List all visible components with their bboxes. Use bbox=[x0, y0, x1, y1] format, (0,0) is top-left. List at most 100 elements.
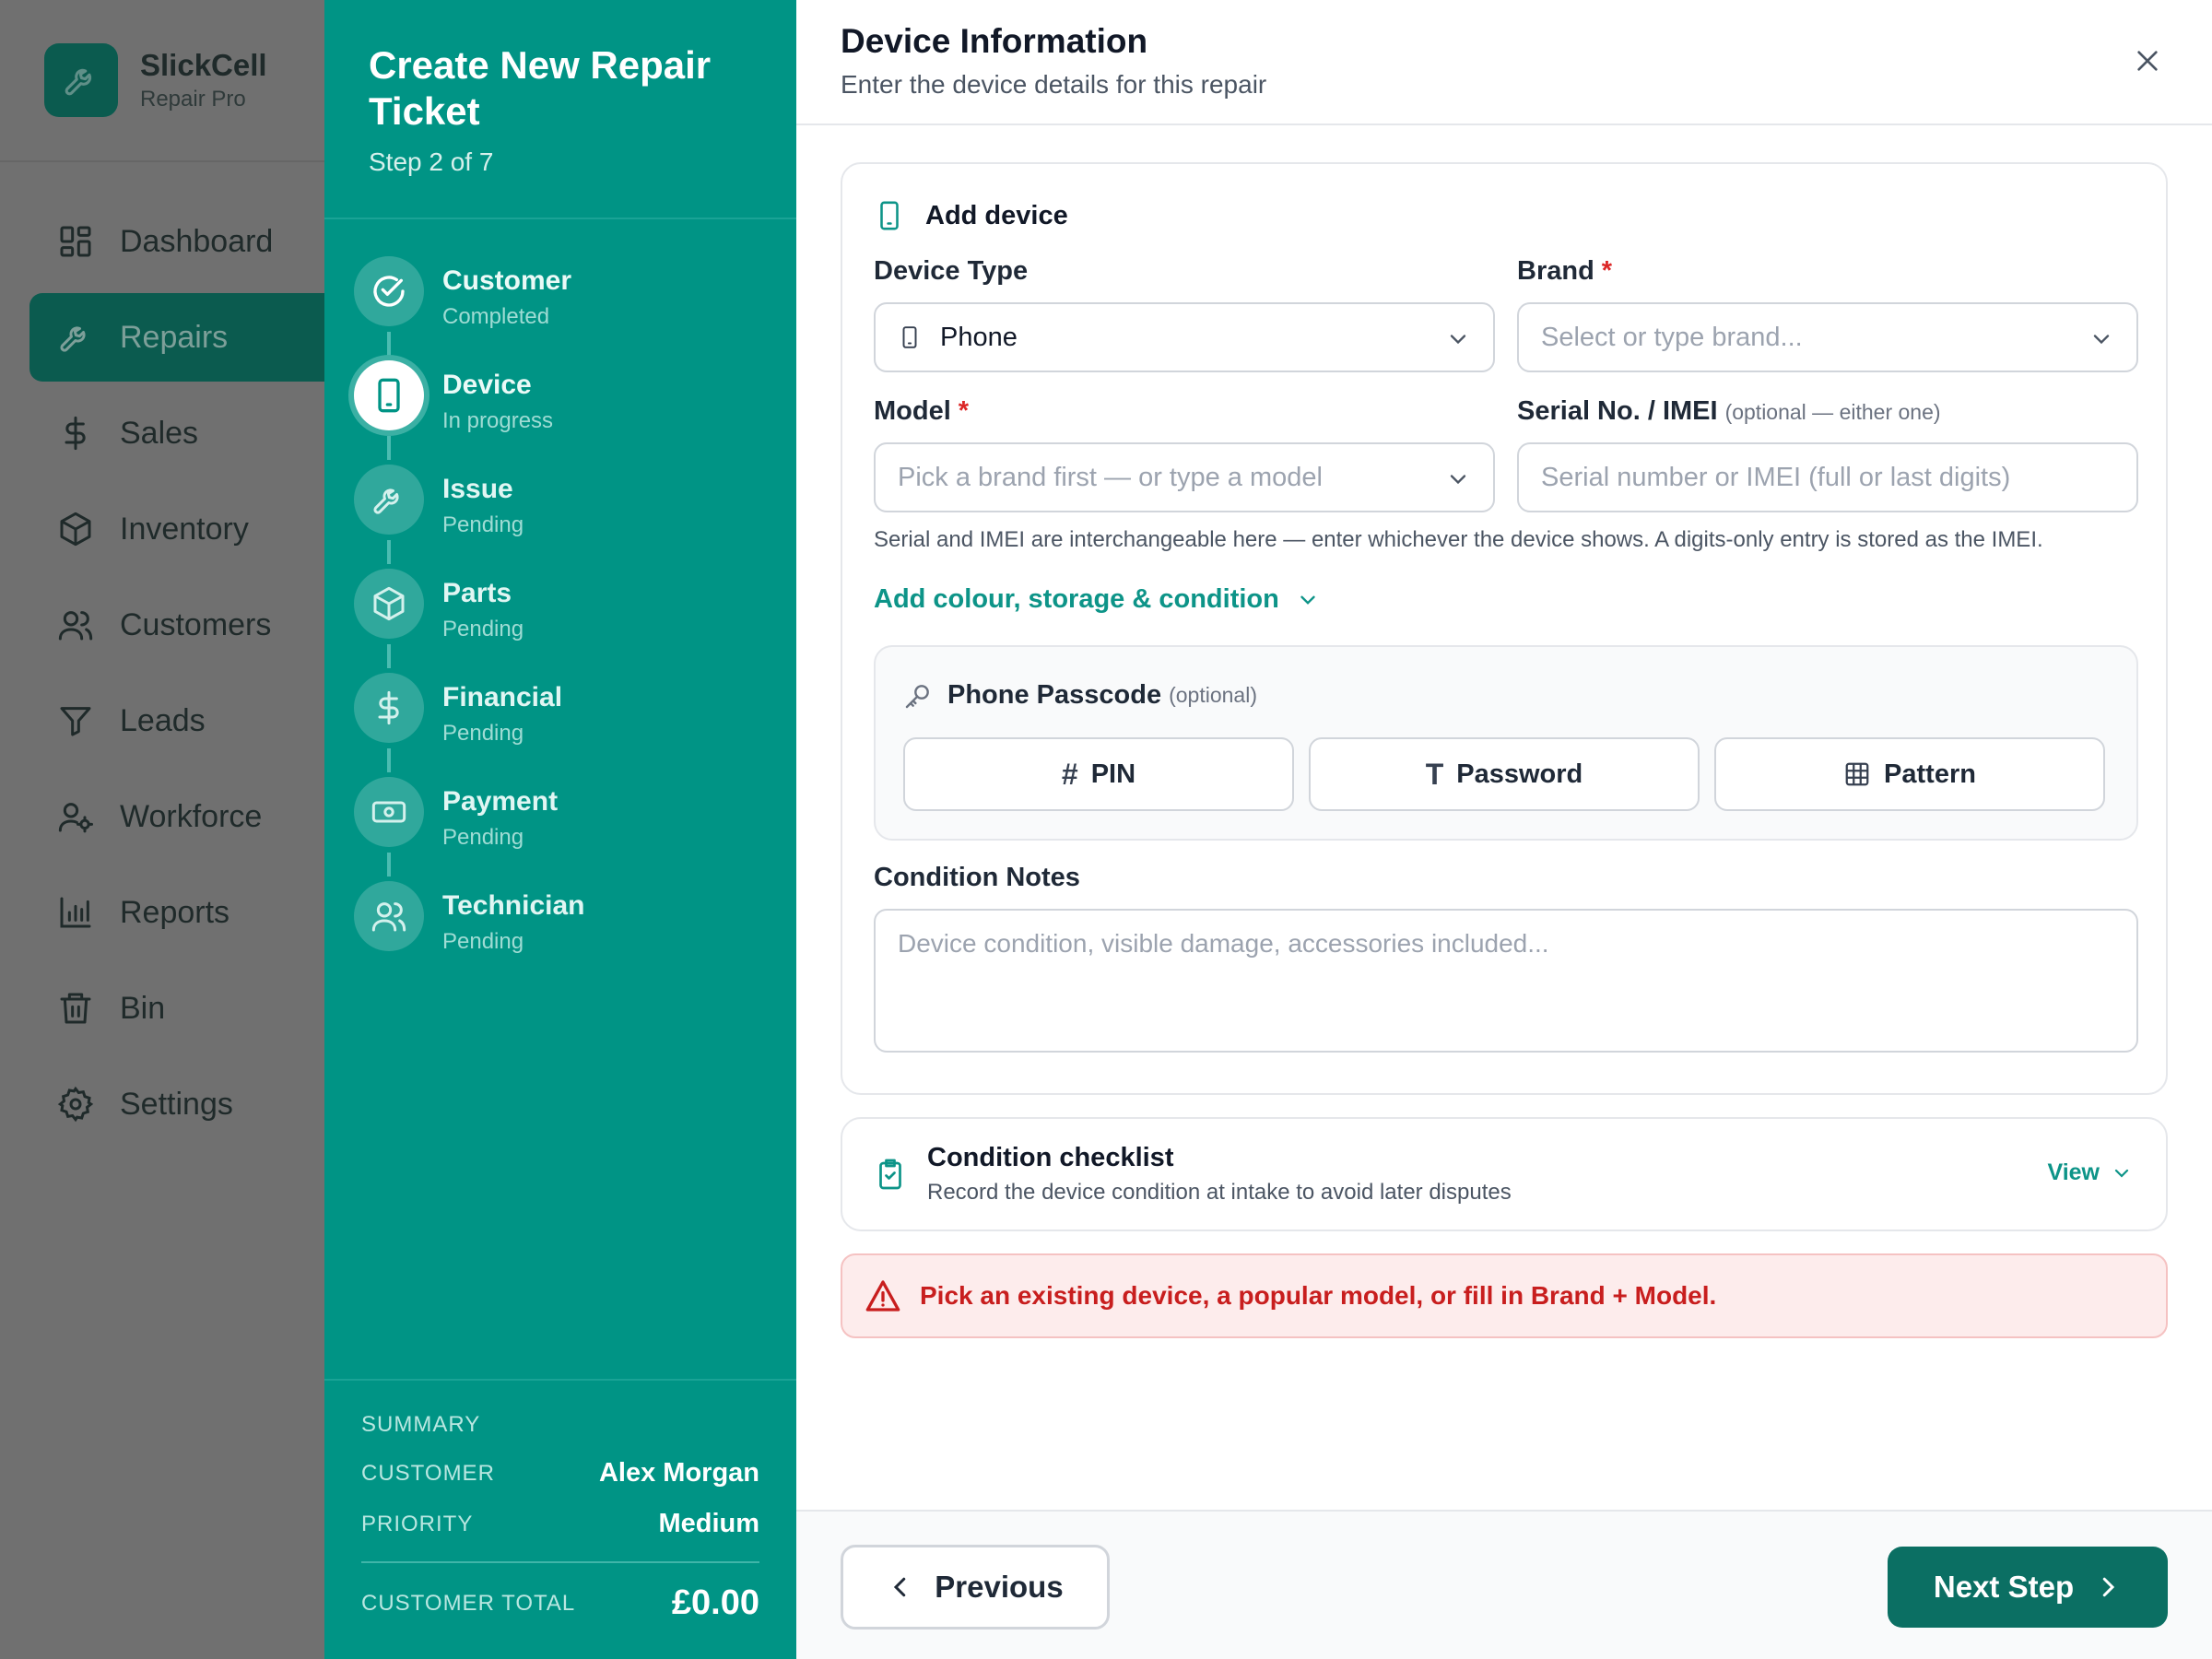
nav-label: Bin bbox=[120, 990, 166, 1026]
passcode-label: Phone Passcode bbox=[947, 680, 1162, 710]
checklist-subtitle: Record the device condition at intake to… bbox=[927, 1180, 1512, 1205]
nav-item-settings[interactable]: Settings bbox=[29, 1060, 332, 1148]
passcode-pin-button[interactable]: # PIN bbox=[903, 737, 1294, 811]
notes-placeholder: Device condition, visible damage, access… bbox=[898, 929, 1549, 958]
serial-label: Serial No. / IMEI (optional — either one) bbox=[1517, 396, 1941, 426]
wizard-title: Create New Repair Ticket bbox=[369, 43, 712, 133]
nav-item-workforce[interactable]: Workforce bbox=[29, 772, 332, 861]
ticket-summary: SUMMARY CUSTOMER Alex Morgan PRIORITY Me… bbox=[324, 1379, 796, 1659]
summary-customer-label: CUSTOMER bbox=[361, 1460, 495, 1486]
step-name: Device bbox=[442, 370, 532, 400]
nav-label: Reports bbox=[120, 894, 230, 930]
pin-label: PIN bbox=[1090, 759, 1136, 789]
previous-label: Previous bbox=[935, 1570, 1064, 1604]
wizard-step-counter: Step 2 of 7 bbox=[369, 147, 494, 176]
text-icon: T bbox=[1425, 757, 1444, 791]
step-parts[interactable]: Parts Pending bbox=[354, 569, 796, 673]
condition-notes-label: Condition Notes bbox=[874, 863, 1080, 892]
step-status: Pending bbox=[442, 617, 524, 641]
device-type-label: Device Type bbox=[874, 256, 1029, 286]
summary-divider bbox=[361, 1561, 759, 1563]
passcode-pattern-button[interactable]: Pattern bbox=[1714, 737, 2105, 811]
brand: SlickCell Repair Pro bbox=[0, 0, 332, 162]
chevron-down-icon bbox=[1450, 475, 1466, 485]
step-issue[interactable]: Issue Pending bbox=[354, 465, 796, 569]
bar-chart-icon bbox=[60, 897, 91, 928]
nav-item-leads[interactable]: Leads bbox=[29, 677, 332, 765]
nav-label: Leads bbox=[120, 702, 206, 738]
nav-label: Settings bbox=[120, 1086, 233, 1122]
warning-icon bbox=[865, 1280, 900, 1312]
step-financial[interactable]: Financial Pending bbox=[354, 673, 796, 777]
nav-item-repairs[interactable]: Repairs bbox=[29, 293, 332, 382]
close-button[interactable] bbox=[2127, 41, 2168, 81]
passcode-password-button[interactable]: T Password bbox=[1309, 737, 1700, 811]
chevron-down-icon bbox=[2114, 1169, 2129, 1178]
wizard-stepper: Create New Repair Ticket Step 2 of 7 Cus… bbox=[324, 0, 796, 1659]
model-placeholder: Pick a brand first — or type a model bbox=[898, 462, 1323, 492]
step-status: Pending bbox=[442, 721, 524, 746]
passcode-section: Phone Passcode (optional) # PIN T Passwo… bbox=[874, 645, 2138, 841]
step-status: Pending bbox=[442, 825, 524, 850]
brand-select[interactable]: Select or type brand... bbox=[1517, 302, 2138, 372]
check-circle-icon bbox=[354, 256, 424, 326]
nav-label: Sales bbox=[120, 415, 199, 451]
step-connector bbox=[387, 540, 391, 564]
cash-icon bbox=[354, 777, 424, 847]
serial-hint: Serial and IMEI are interchangeable here… bbox=[874, 527, 2043, 552]
card-title: Add device bbox=[925, 200, 1068, 230]
nav-label: Repairs bbox=[120, 319, 229, 355]
step-payment[interactable]: Payment Pending bbox=[354, 777, 796, 881]
chevron-down-icon bbox=[1450, 335, 1466, 345]
users-icon bbox=[354, 881, 424, 951]
condition-notes-textarea[interactable]: Device condition, visible damage, access… bbox=[874, 909, 2138, 1053]
pattern-label: Pattern bbox=[1884, 759, 1976, 789]
step-name: Issue bbox=[442, 474, 513, 504]
validation-alert: Pick an existing device, a popular model… bbox=[841, 1253, 2168, 1338]
user-gear-icon bbox=[58, 803, 93, 833]
step-connector bbox=[387, 748, 391, 772]
brand-name: SlickCell bbox=[140, 48, 267, 82]
add-device-card: Add device Device Type Phone Brand * Sele… bbox=[841, 162, 2168, 1095]
condition-checklist-card[interactable]: Condition checklist Record the device co… bbox=[841, 1117, 2168, 1231]
nav-item-sales[interactable]: Sales bbox=[29, 389, 332, 477]
previous-button[interactable]: Previous bbox=[841, 1545, 1110, 1630]
key-icon bbox=[905, 684, 929, 708]
chevron-right-icon bbox=[2102, 1577, 2115, 1597]
box-icon bbox=[60, 512, 91, 547]
device-type-select[interactable]: Phone bbox=[874, 302, 1495, 372]
trash-icon bbox=[60, 993, 91, 1024]
nav-item-reports[interactable]: Reports bbox=[29, 868, 332, 957]
model-select[interactable]: Pick a brand first — or type a model bbox=[874, 442, 1495, 512]
step-technician[interactable]: Technician Pending bbox=[354, 881, 796, 985]
add-details-toggle[interactable]: Add colour, storage & condition bbox=[874, 584, 1320, 615]
dashboard-icon bbox=[60, 226, 91, 257]
alert-message: Pick an existing device, a popular model… bbox=[920, 1281, 1717, 1310]
step-status: In progress bbox=[442, 408, 554, 433]
step-connector bbox=[387, 436, 391, 460]
wrench-icon bbox=[60, 326, 86, 352]
close-icon bbox=[2137, 51, 2158, 71]
phone-icon bbox=[880, 201, 899, 230]
panel-title: Device Information bbox=[841, 22, 1148, 60]
summary-priority-value: Medium bbox=[658, 1509, 759, 1538]
password-label: Password bbox=[1456, 759, 1583, 789]
nav-item-customers[interactable]: Customers bbox=[29, 581, 332, 669]
step-list: Customer Completed Device In progress Is… bbox=[324, 219, 796, 985]
checklist-view-button[interactable]: View bbox=[2047, 1159, 2133, 1186]
gear-icon bbox=[57, 1086, 94, 1123]
summary-total-value: £0.00 bbox=[671, 1583, 759, 1622]
wizard-footer: Previous Next Step bbox=[796, 1510, 2212, 1659]
phone-icon bbox=[902, 326, 917, 348]
step-name: Technician bbox=[442, 890, 585, 921]
step-status: Completed bbox=[442, 304, 550, 329]
nav-item-inventory[interactable]: Inventory bbox=[29, 485, 332, 573]
serial-input[interactable]: Serial number or IMEI (full or last digi… bbox=[1517, 442, 2138, 512]
step-customer[interactable]: Customer Completed bbox=[354, 256, 796, 360]
nav-item-dashboard[interactable]: Dashboard bbox=[29, 197, 332, 286]
nav-item-bin[interactable]: Bin bbox=[29, 964, 332, 1053]
step-device[interactable]: Device In progress bbox=[354, 360, 796, 465]
chevron-left-icon bbox=[894, 1577, 906, 1597]
expander-label: Add colour, storage & condition bbox=[874, 584, 1279, 614]
next-step-button[interactable]: Next Step bbox=[1888, 1547, 2168, 1628]
